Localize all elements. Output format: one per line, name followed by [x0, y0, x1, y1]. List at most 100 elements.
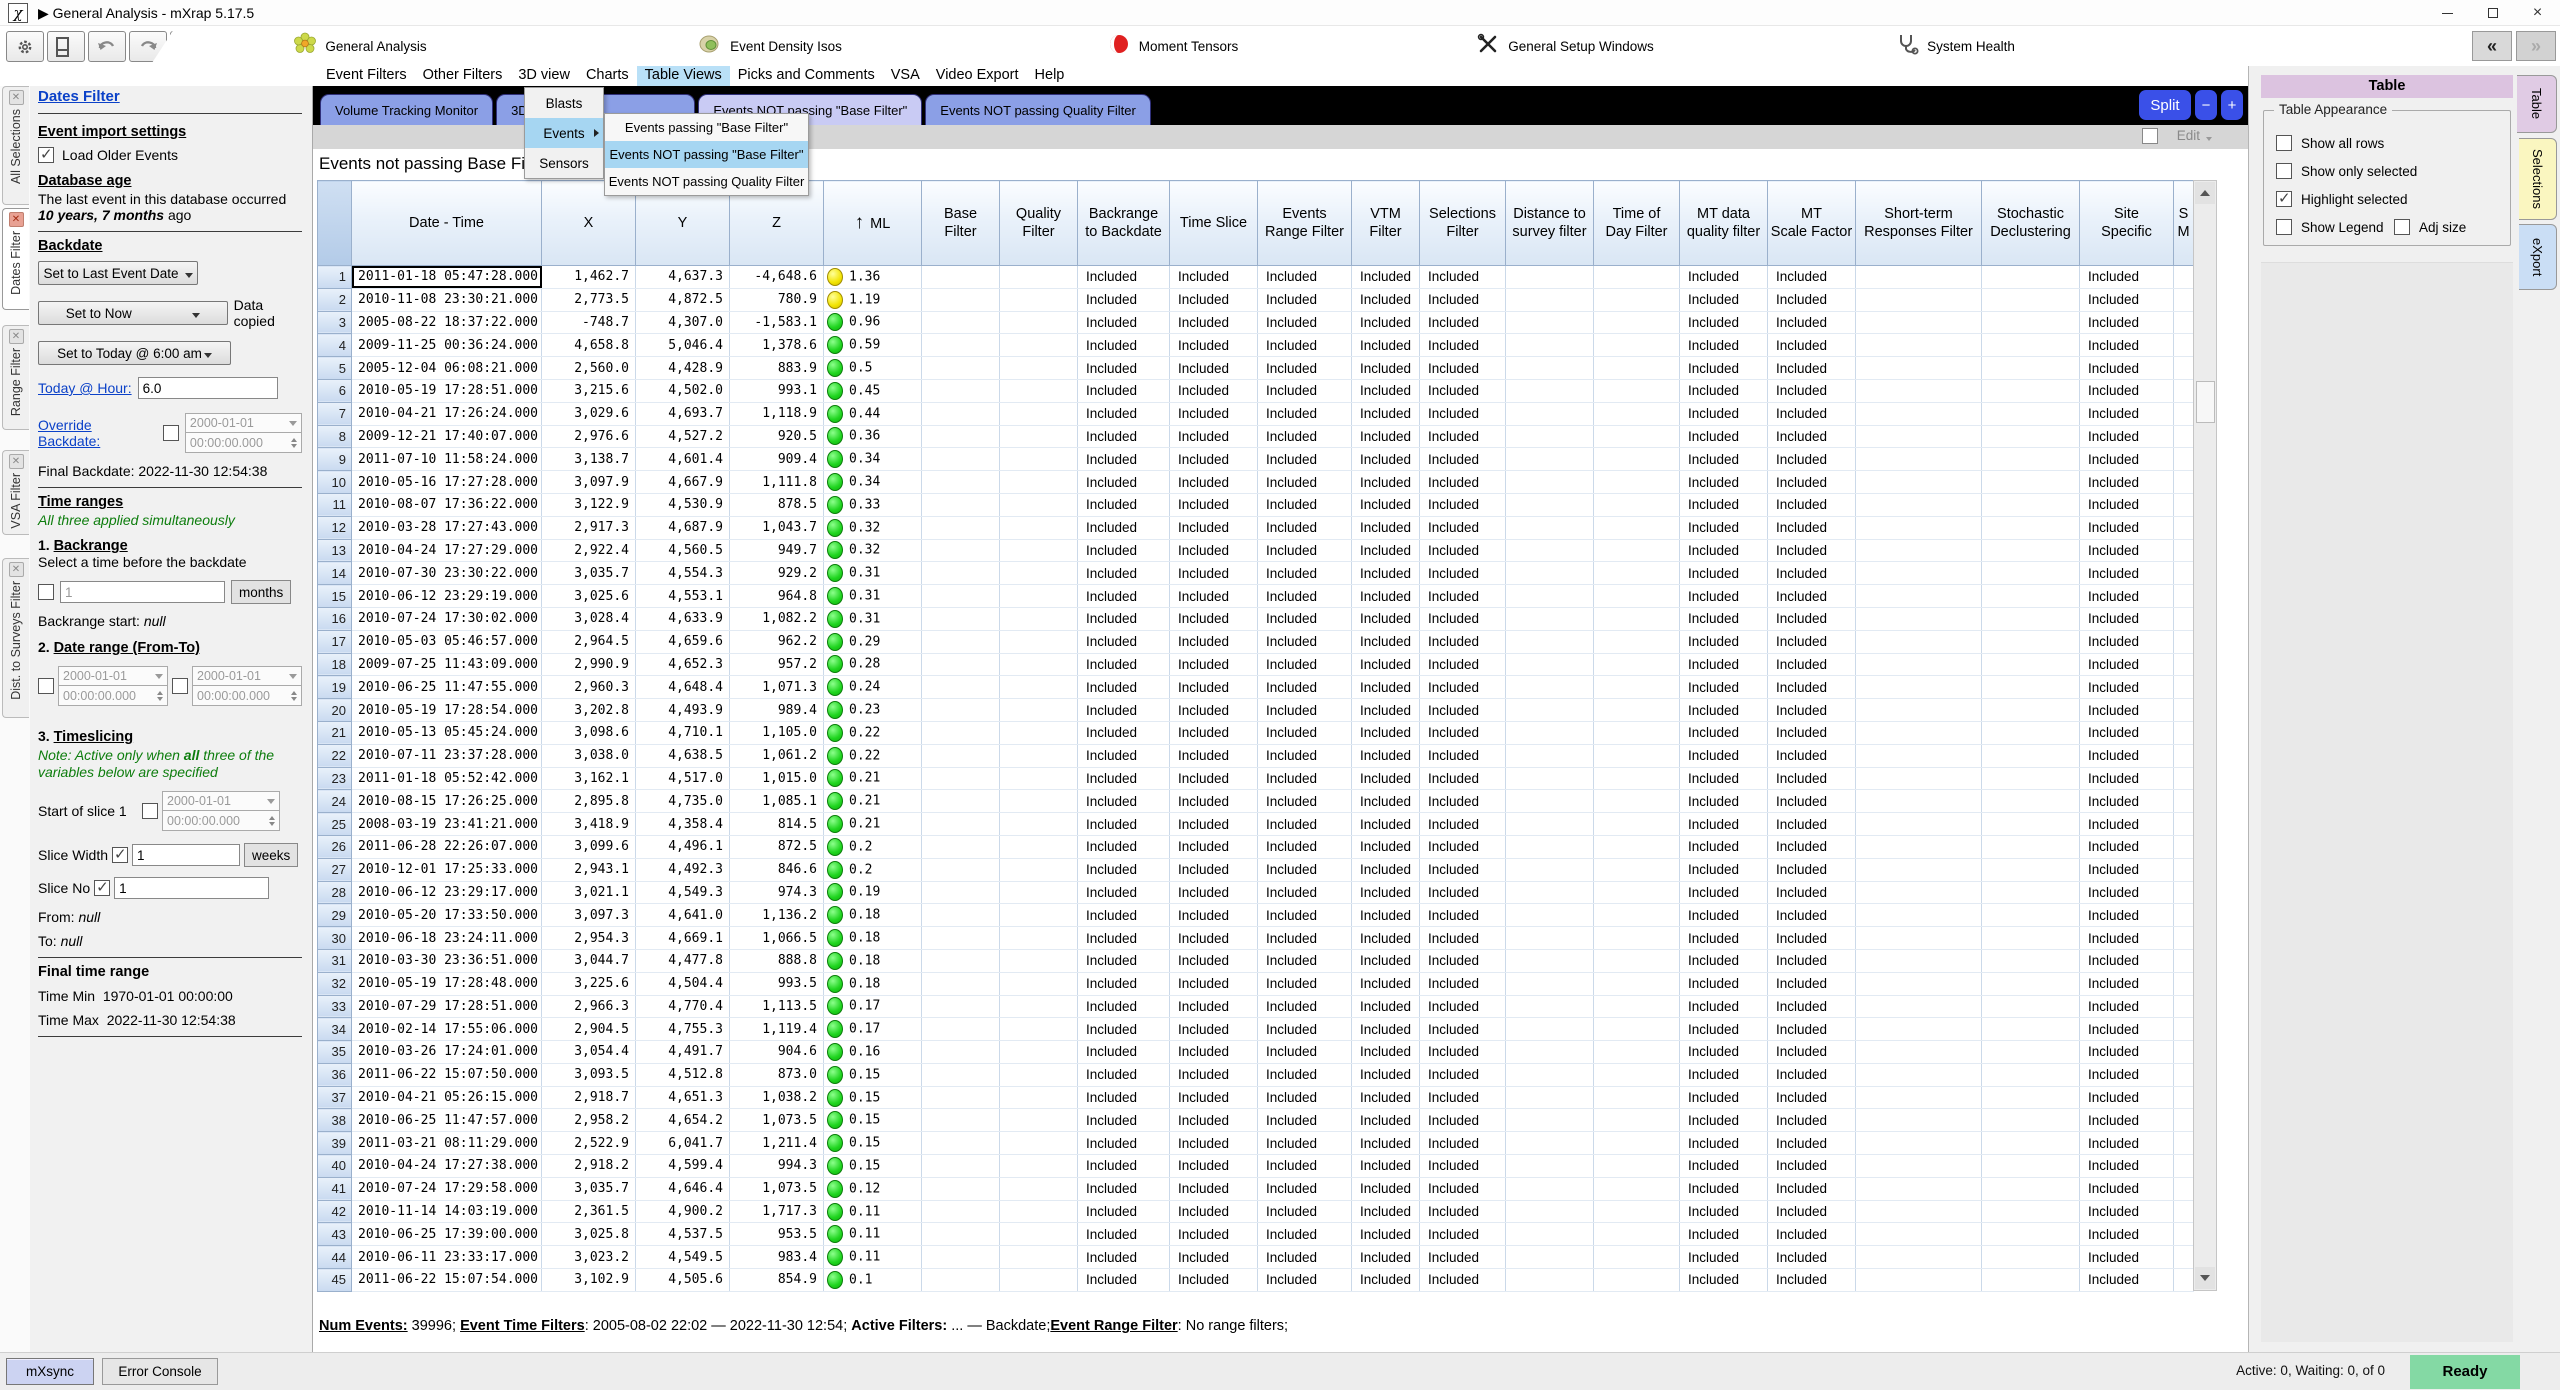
- cell-vtm[interactable]: Included: [1352, 949, 1420, 972]
- cell-timeofday[interactable]: [1594, 562, 1680, 585]
- tab-general-setup-windows[interactable]: General Setup Windows: [1365, 26, 1765, 66]
- sub-tab-events-not-passing-quality-filter[interactable]: Events NOT passing Quality Filter: [925, 94, 1151, 125]
- cell-base[interactable]: [922, 607, 1000, 630]
- cell-mtdata[interactable]: Included: [1680, 1041, 1768, 1064]
- cell-vtm[interactable]: Included: [1352, 904, 1420, 927]
- cell-y[interactable]: 4,502.0: [636, 379, 730, 402]
- cell-clip[interactable]: [2174, 858, 2194, 881]
- row-number[interactable]: 25: [318, 813, 352, 836]
- cell-x[interactable]: 2,560.0: [542, 357, 636, 380]
- cell-z[interactable]: 964.8: [730, 585, 824, 608]
- cell-distance[interactable]: [1506, 448, 1594, 471]
- cell-selections[interactable]: Included: [1420, 493, 1506, 516]
- cell-x[interactable]: 3,225.6: [542, 972, 636, 995]
- cell-timeofday[interactable]: [1594, 493, 1680, 516]
- start-slice-datetime[interactable]: 2000-01-01 00:00:00.000: [162, 791, 280, 831]
- cell-timeslice[interactable]: Included: [1170, 539, 1258, 562]
- cell-quality[interactable]: [1000, 995, 1078, 1018]
- cell-quality[interactable]: [1000, 949, 1078, 972]
- cell-selections[interactable]: Included: [1420, 266, 1506, 289]
- cell-eventsrange[interactable]: Included: [1258, 402, 1352, 425]
- close-icon[interactable]: ✕: [9, 212, 24, 227]
- cell-mtscale[interactable]: Included: [1768, 767, 1856, 790]
- cell-selections[interactable]: Included: [1420, 1246, 1506, 1269]
- cell-clip[interactable]: [2174, 1041, 2194, 1064]
- row-number[interactable]: 26: [318, 835, 352, 858]
- cell-shortterm[interactable]: [1856, 1155, 1982, 1178]
- cell-timeofday[interactable]: [1594, 653, 1680, 676]
- row-number[interactable]: 36: [318, 1063, 352, 1086]
- cell-quality[interactable]: [1000, 562, 1078, 585]
- cell-shortterm[interactable]: [1856, 1177, 1982, 1200]
- cell-quality[interactable]: [1000, 1018, 1078, 1041]
- cell-x[interactable]: 3,025.8: [542, 1223, 636, 1246]
- cell-ml[interactable]: 0.33: [824, 493, 922, 516]
- cell-site[interactable]: Included: [2080, 562, 2174, 585]
- menu-event-filters[interactable]: Event Filters: [318, 66, 415, 86]
- cell-selections[interactable]: Included: [1420, 721, 1506, 744]
- cell-mtscale[interactable]: Included: [1768, 1269, 1856, 1292]
- cell-mtscale[interactable]: Included: [1768, 448, 1856, 471]
- cell-timeslice[interactable]: Included: [1170, 334, 1258, 357]
- cell-ml[interactable]: 1.19: [824, 288, 922, 311]
- cell-vtm[interactable]: Included: [1352, 334, 1420, 357]
- cell-site[interactable]: Included: [2080, 539, 2174, 562]
- cell-stochastic[interactable]: [1982, 858, 2080, 881]
- cell-mtdata[interactable]: Included: [1680, 630, 1768, 653]
- cell-mtdata[interactable]: Included: [1680, 790, 1768, 813]
- cell-mtscale[interactable]: Included: [1768, 790, 1856, 813]
- override-backdate-datetime[interactable]: 2000-01-01 00:00:00.000: [185, 413, 302, 453]
- cell-y[interactable]: 4,755.3: [636, 1018, 730, 1041]
- column-header-vtm[interactable]: VTMFilter: [1352, 181, 1420, 266]
- cell-datetime[interactable]: 2011-07-10 11:58:24.000: [352, 448, 542, 471]
- cell-distance[interactable]: [1506, 357, 1594, 380]
- cell-mtscale[interactable]: Included: [1768, 881, 1856, 904]
- tab-general-analysis[interactable]: General Analysis: [150, 26, 570, 66]
- cell-backrange[interactable]: Included: [1078, 858, 1170, 881]
- cell-eventsrange[interactable]: Included: [1258, 1200, 1352, 1223]
- cell-timeslice[interactable]: Included: [1170, 1269, 1258, 1292]
- cell-vtm[interactable]: Included: [1352, 835, 1420, 858]
- cell-base[interactable]: [922, 585, 1000, 608]
- row-number[interactable]: 39: [318, 1132, 352, 1155]
- cell-vtm[interactable]: Included: [1352, 995, 1420, 1018]
- close-icon[interactable]: ✕: [9, 90, 24, 105]
- cell-selections[interactable]: Included: [1420, 607, 1506, 630]
- cell-timeofday[interactable]: [1594, 744, 1680, 767]
- row-number[interactable]: 45: [318, 1269, 352, 1292]
- cell-mtscale[interactable]: Included: [1768, 904, 1856, 927]
- cell-timeslice[interactable]: Included: [1170, 357, 1258, 380]
- cell-vtm[interactable]: Included: [1352, 1041, 1420, 1064]
- cell-clip[interactable]: [2174, 516, 2194, 539]
- row-number[interactable]: 2: [318, 288, 352, 311]
- cell-timeslice[interactable]: Included: [1170, 767, 1258, 790]
- cell-distance[interactable]: [1506, 1063, 1594, 1086]
- cell-base[interactable]: [922, 1177, 1000, 1200]
- cell-quality[interactable]: [1000, 1246, 1078, 1269]
- cell-selections[interactable]: Included: [1420, 334, 1506, 357]
- cell-quality[interactable]: [1000, 471, 1078, 494]
- cell-shortterm[interactable]: [1856, 630, 1982, 653]
- cell-eventsrange[interactable]: Included: [1258, 562, 1352, 585]
- cell-timeofday[interactable]: [1594, 676, 1680, 699]
- cell-base[interactable]: [922, 516, 1000, 539]
- panel-collapse-left-button[interactable]: «: [2472, 31, 2512, 61]
- cell-base[interactable]: [922, 379, 1000, 402]
- cell-selections[interactable]: Included: [1420, 539, 1506, 562]
- cell-z[interactable]: 873.0: [730, 1063, 824, 1086]
- cell-eventsrange[interactable]: Included: [1258, 653, 1352, 676]
- cell-quality[interactable]: [1000, 699, 1078, 722]
- cell-eventsrange[interactable]: Included: [1258, 1018, 1352, 1041]
- cell-mtdata[interactable]: Included: [1680, 334, 1768, 357]
- cell-selections[interactable]: Included: [1420, 379, 1506, 402]
- scroll-up-button[interactable]: [2195, 182, 2215, 204]
- cell-mtscale[interactable]: Included: [1768, 972, 1856, 995]
- cell-ml[interactable]: 0.17: [824, 1018, 922, 1041]
- cell-datetime[interactable]: 2010-04-21 17:26:24.000: [352, 402, 542, 425]
- cell-mtscale[interactable]: Included: [1768, 653, 1856, 676]
- cell-x[interactable]: 2,958.2: [542, 1109, 636, 1132]
- cell-backrange[interactable]: Included: [1078, 448, 1170, 471]
- cell-base[interactable]: [922, 858, 1000, 881]
- cell-vtm[interactable]: Included: [1352, 927, 1420, 950]
- cell-z[interactable]: 1,378.6: [730, 334, 824, 357]
